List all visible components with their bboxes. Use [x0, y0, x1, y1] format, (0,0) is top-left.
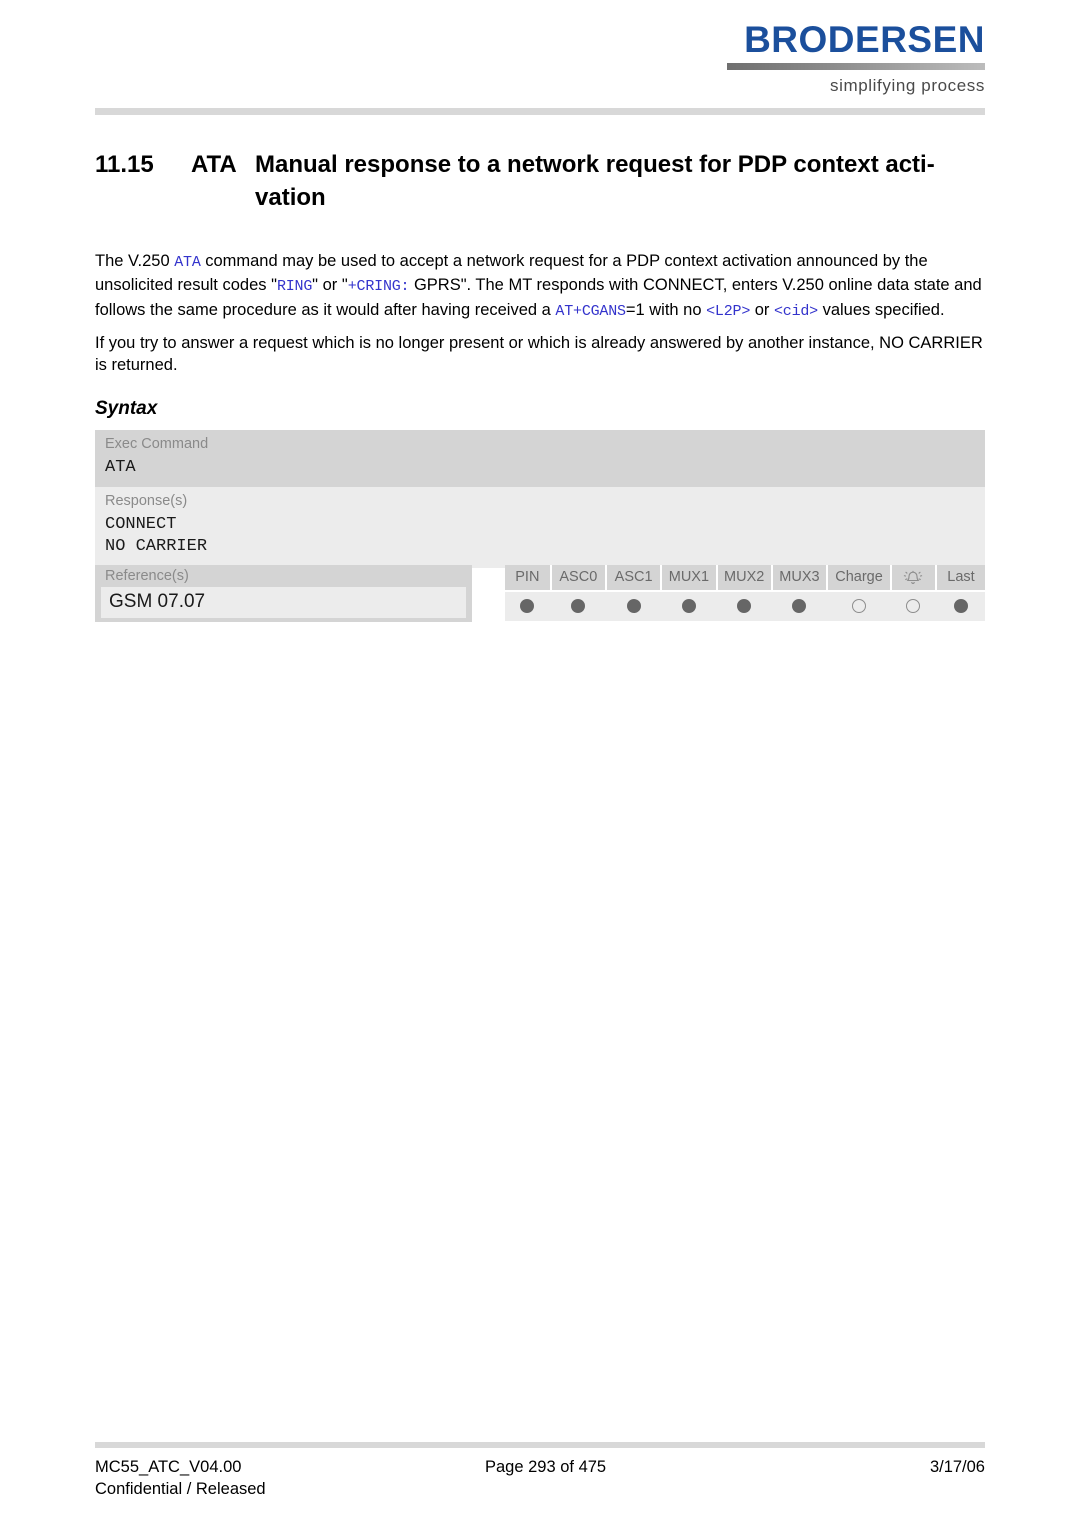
code-l2p: <L2P>: [706, 302, 751, 320]
dot-filled-icon: [737, 598, 752, 613]
indicator-header-row: PIN ASC0 ASC1 MUX1 MUX2 MUX3 Charge Last: [505, 565, 986, 590]
footer-date: 3/17/06: [929, 1458, 985, 1476]
exec-command-section: Exec Command ATA: [95, 430, 985, 487]
indicator-header-charge: Charge: [828, 565, 890, 590]
syntax-label: Syntax: [95, 398, 158, 419]
references-label: Reference(s): [105, 568, 189, 584]
footer-line-1: MC55_ATC_V04.00 Page 293 of 475 3/17/06: [95, 1456, 985, 1478]
section-number: 11.15: [95, 151, 154, 178]
dot-hollow-icon: [906, 598, 921, 613]
text-segment: The V.250: [95, 252, 175, 270]
indicator-header-mux1: MUX1: [662, 565, 716, 590]
page-footer: MC55_ATC_V04.00 Page 293 of 475 3/17/06 …: [95, 1456, 985, 1500]
section-command: ATA: [191, 151, 237, 178]
dot-filled-icon: [520, 598, 535, 613]
alarm-bell-icon: [891, 565, 935, 590]
indicator-dot-asc1: [607, 597, 660, 615]
footer-doc-id: MC55_ATC_V04.00: [95, 1458, 242, 1476]
responses-section: Response(s) CONNECT NO CARRIER: [95, 487, 985, 568]
references-value: GSM 07.07: [101, 587, 466, 618]
indicator-header-mux3: MUX3: [772, 565, 827, 590]
text-segment: =1 with no: [625, 300, 707, 319]
text-segment: " or ": [312, 276, 348, 295]
exec-command-label: Exec Command: [105, 436, 209, 452]
indicator-dot-row: [505, 592, 985, 621]
dot-filled-icon: [571, 598, 586, 613]
dot-filled-icon: [626, 598, 641, 613]
indicator-dot-pin: [505, 597, 550, 615]
dot-filled-icon: [681, 598, 696, 613]
footer-line-2: Confidential / Released: [95, 1478, 985, 1500]
indicator-header-pin: PIN: [505, 565, 550, 590]
references-panel: Reference(s) GSM 07.07: [95, 565, 472, 622]
logo-wordmark: BRODERSEN: [744, 19, 985, 60]
text-segment: values specified.: [817, 300, 945, 319]
indicator-dot-last: [937, 597, 985, 615]
dot-hollow-icon: [852, 598, 867, 613]
text-segment: or: [750, 300, 774, 319]
code-ata: ATA: [174, 254, 201, 271]
footer-classification: Confidential / Released: [95, 1480, 266, 1498]
indicator-dot-mux2: [718, 597, 771, 615]
references-and-indicators: Reference(s) GSM 07.07 PIN ASC0 ASC1 MUX1 MU…: [95, 565, 986, 623]
indicator-header-last: Last: [936, 565, 986, 590]
indicator-dot-alarm: [892, 597, 935, 615]
code-cring: +CRING:: [347, 278, 410, 296]
paragraph-2: If you try to answer a request which is …: [95, 333, 983, 375]
brodersen-logo: BRODERSEN simplifying process: [727, 20, 985, 96]
alarm-bell-icon: [904, 570, 923, 584]
section-title-continued: vation: [255, 184, 326, 211]
paragraph-1: The V.250 ATA command may be used to acc…: [95, 250, 993, 323]
indicator-header-asc1: ASC1: [606, 565, 661, 590]
syntax-table: Exec Command ATA Response(s) CONNECT NO …: [95, 430, 985, 568]
code-cid: <cid>: [773, 302, 818, 320]
footer-page-number: Page 293 of 475: [485, 1458, 607, 1476]
exec-command-code: ATA: [105, 458, 136, 477]
page-title: 11.15 ATA Manual response to a network r…: [95, 148, 985, 214]
body-text: The V.250 ATA command may be used to acc…: [95, 250, 993, 380]
logo-gradient-bar: [727, 63, 985, 70]
header-divider: [95, 108, 985, 115]
code-ring: RING: [276, 278, 313, 296]
document-page: BRODERSEN simplifying process 11.15 ATA …: [0, 0, 1080, 1528]
dot-filled-icon: [792, 598, 807, 613]
section-title: Manual response to a network request for…: [255, 151, 935, 178]
indicator-header-asc0: ASC0: [551, 565, 605, 590]
logo-tagline: simplifying process: [829, 76, 985, 95]
code-at-cgans: AT+CGANS: [555, 302, 626, 320]
indicator-dot-mux3: [773, 597, 826, 615]
page-header: BRODERSEN simplifying process: [95, 20, 985, 120]
footer-divider: [95, 1442, 985, 1448]
responses-code: CONNECT NO CARRIER: [105, 515, 208, 556]
responses-label: Response(s): [105, 493, 188, 509]
indicator-table: PIN ASC0 ASC1 MUX1 MUX2 MUX3 Charge Last: [505, 565, 986, 621]
dot-filled-icon: [953, 598, 968, 613]
indicator-dot-charge: [828, 597, 890, 615]
indicator-dot-mux1: [662, 597, 715, 615]
indicator-dot-asc0: [552, 597, 605, 615]
indicator-header-mux2: MUX2: [717, 565, 771, 590]
